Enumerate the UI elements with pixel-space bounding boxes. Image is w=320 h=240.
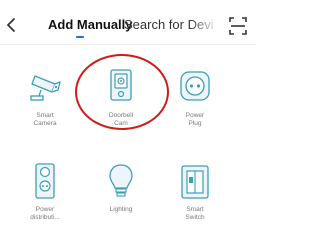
top-bar: Add Manually Search for Devi <box>0 0 256 45</box>
device-label-line2: distributi... <box>30 214 60 221</box>
chevron-left-icon <box>7 18 15 32</box>
device-label-line1: Lighting <box>109 206 133 213</box>
device-label-line1: Power <box>35 206 55 213</box>
smart-switch-icon <box>181 165 209 199</box>
scan-button[interactable] <box>228 16 248 36</box>
device-smart-switch[interactable]: Smart Switch <box>160 160 230 238</box>
device-label-line1: Power <box>185 112 205 119</box>
doorbell-highlight-circle <box>75 54 169 130</box>
device-label-line1: Smart <box>186 206 204 213</box>
header-divider <box>0 44 256 45</box>
active-tab-indicator <box>76 36 84 38</box>
device-power-distribution[interactable]: Power distributi... <box>10 160 80 238</box>
scan-icon <box>229 17 247 35</box>
power-distribution-icon <box>35 163 55 199</box>
device-label-line2: Plug <box>188 120 202 127</box>
device-lighting[interactable]: Lighting <box>86 160 156 238</box>
tab-add-manually[interactable]: Add Manually <box>48 17 133 32</box>
smart-camera-icon <box>30 75 61 101</box>
device-label-line2: Camera <box>33 120 57 127</box>
tab-overflow-fade <box>190 10 224 38</box>
device-label-line2: Switch <box>185 214 205 221</box>
light-bulb-icon <box>109 164 133 197</box>
power-plug-icon <box>180 71 210 101</box>
device-power-plug[interactable]: Power Plug <box>160 64 230 142</box>
back-button[interactable] <box>2 14 20 36</box>
device-smart-camera[interactable]: Smart Camera <box>10 66 80 144</box>
add-device-screen: Add Manually Search for Devi Smart Camer… <box>0 0 256 240</box>
device-label-line1: Smart <box>36 112 54 119</box>
